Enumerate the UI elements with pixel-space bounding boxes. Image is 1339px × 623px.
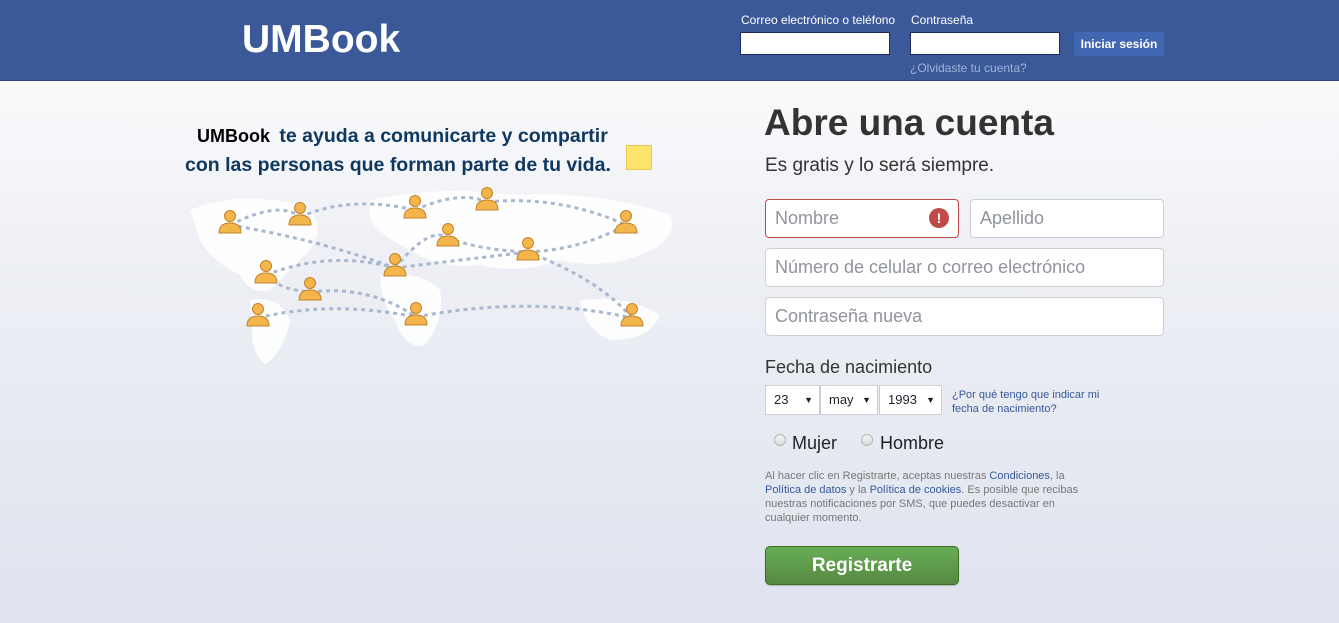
- terms-text: Al hacer clic en Registrarte, aceptas nu…: [765, 469, 1095, 525]
- why-birthday-link[interactable]: ¿Por qué tengo que indicar mi fecha de n…: [952, 388, 1112, 416]
- forgot-account-link[interactable]: ¿Olvidaste tu cuenta?: [910, 61, 1027, 75]
- login-password-label: Contraseña: [911, 13, 974, 27]
- dropdown-arrow-icon: ▼: [862, 395, 871, 405]
- login-email-input[interactable]: [740, 32, 890, 55]
- birthday-month-select[interactable]: may ▼: [820, 385, 878, 415]
- birthday-day-select[interactable]: 23 ▼: [765, 385, 820, 415]
- terms-text-part: , la: [1049, 470, 1065, 482]
- register-button[interactable]: Registrarte: [765, 546, 959, 585]
- gender-male-radio[interactable]: [861, 434, 873, 446]
- tagline: UMBook te ayuda a comunicarte y comparti…: [185, 122, 655, 180]
- terms-text-part: y la: [846, 484, 870, 496]
- tagline-line-1: te ayuda a comunicarte y compartir: [279, 125, 608, 147]
- signup-subtitle: Es gratis y lo será siempre.: [765, 155, 995, 176]
- terms-text-part: Al hacer clic en Registrarte, aceptas nu…: [765, 470, 990, 482]
- gender-female-label[interactable]: Mujer: [792, 433, 837, 454]
- gender-female-radio[interactable]: [774, 434, 786, 446]
- site-logo[interactable]: UMBook: [242, 18, 400, 62]
- tagline-brand: UMBook: [197, 126, 270, 146]
- signup-title: Abre una cuenta: [764, 102, 1054, 143]
- gender-male-label[interactable]: Hombre: [880, 433, 944, 454]
- tagline-line-2: con las personas que forman parte de tu …: [185, 154, 611, 176]
- birthday-year-select[interactable]: 1993 ▼: [879, 385, 942, 415]
- top-bar: UMBook Correo electrónico o teléfono Con…: [0, 0, 1339, 81]
- sticky-note-icon: [626, 145, 652, 170]
- login-password-input[interactable]: [910, 32, 1060, 55]
- birthday-label: Fecha de nacimiento: [765, 357, 933, 377]
- login-button[interactable]: Iniciar sesión: [1074, 32, 1164, 56]
- cookie-policy-link[interactable]: Política de cookies: [870, 484, 962, 496]
- birthday-year-value: 1993: [888, 392, 917, 407]
- last-name-input[interactable]: [970, 199, 1164, 238]
- dropdown-arrow-icon: ▼: [804, 395, 813, 405]
- dropdown-arrow-icon: ▼: [926, 395, 935, 405]
- world-map-illustration: [190, 187, 672, 365]
- birthday-day-value: 23: [774, 392, 789, 407]
- data-policy-link[interactable]: Política de datos: [765, 484, 846, 496]
- conditions-link[interactable]: Condiciones: [989, 470, 1050, 482]
- new-password-input[interactable]: [765, 297, 1164, 336]
- phone-email-input[interactable]: [765, 248, 1164, 287]
- error-icon: !: [929, 208, 949, 228]
- birthday-month-value: may: [829, 392, 854, 407]
- login-email-label: Correo electrónico o teléfono: [741, 13, 896, 27]
- person-icon: [298, 277, 322, 301]
